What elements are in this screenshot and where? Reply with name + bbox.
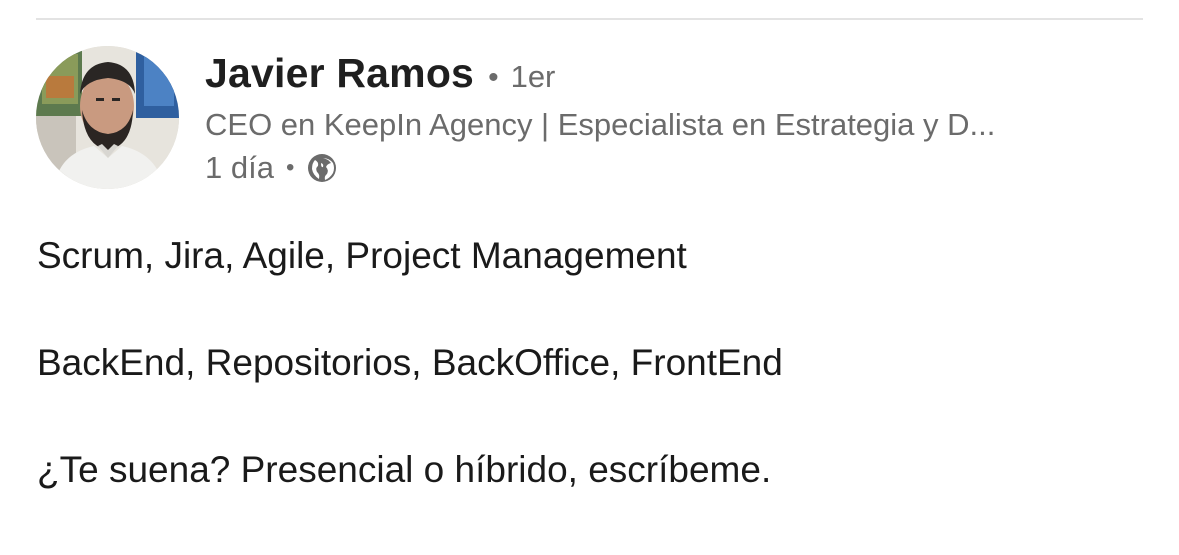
name-separator-dot: • <box>488 61 499 94</box>
post-meta: 1 día • <box>205 150 338 186</box>
top-divider <box>36 18 1143 20</box>
author-name[interactable]: Javier Ramos <box>205 50 474 97</box>
author-headline: CEO en KeepIn Agency | Especialista en E… <box>205 107 996 142</box>
post-timestamp: 1 día <box>205 150 274 185</box>
post-header: Javier Ramos • 1er CEO en KeepIn Agency … <box>36 46 1156 196</box>
author-name-line: Javier Ramos • 1er <box>205 50 555 102</box>
post-line-3: ¿Te suena? Presencial o híbrido, escríbe… <box>37 449 772 490</box>
meta-separator-dot: • <box>285 154 295 181</box>
avatar-photo <box>36 46 179 189</box>
author-avatar[interactable] <box>36 46 179 189</box>
post-body: Scrum, Jira, Agile, Project Management B… <box>37 234 1147 555</box>
globe-icon <box>306 152 338 184</box>
post-line-2: BackEnd, Repositorios, BackOffice, Front… <box>37 342 783 383</box>
post-line-1: Scrum, Jira, Agile, Project Management <box>37 235 687 276</box>
connection-degree: 1er <box>510 59 556 94</box>
